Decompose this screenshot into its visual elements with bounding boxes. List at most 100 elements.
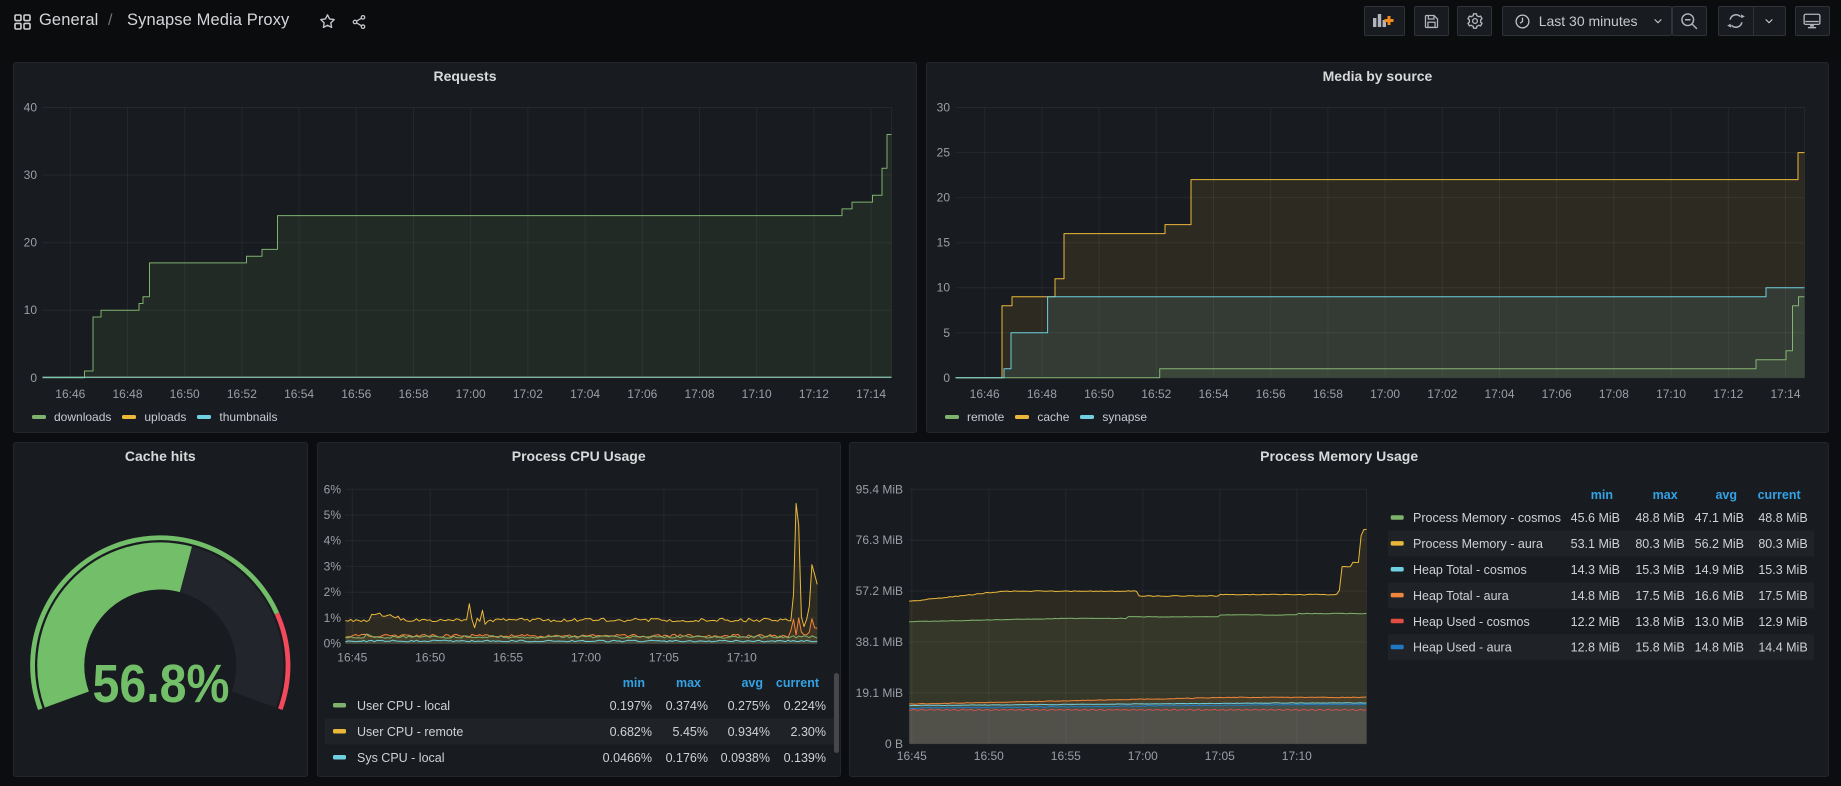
svg-text:17:10: 17:10 xyxy=(726,651,756,665)
svg-text:16:48: 16:48 xyxy=(1027,387,1057,401)
svg-text:5.45%: 5.45% xyxy=(672,725,707,739)
svg-text:5%: 5% xyxy=(323,508,341,522)
svg-text:14.8 MiB: 14.8 MiB xyxy=(1571,589,1620,603)
svg-text:17:08: 17:08 xyxy=(684,387,714,401)
svg-text:80.3 MiB: 80.3 MiB xyxy=(1636,537,1685,551)
svg-text:16:56: 16:56 xyxy=(1256,387,1286,401)
svg-text:0.0938%: 0.0938% xyxy=(720,751,769,765)
svg-text:17:02: 17:02 xyxy=(1427,387,1457,401)
svg-text:57.2 MiB: 57.2 MiB xyxy=(856,584,903,598)
svg-text:16:54: 16:54 xyxy=(284,387,314,401)
svg-text:0.682%: 0.682% xyxy=(609,725,651,739)
svg-text:16:46: 16:46 xyxy=(55,387,85,401)
svg-text:16:50: 16:50 xyxy=(170,387,200,401)
svg-text:15: 15 xyxy=(937,236,951,250)
svg-text:Process Memory - aura: Process Memory - aura xyxy=(1413,537,1543,551)
svg-text:min: min xyxy=(622,676,644,690)
svg-text:Process Memory - cosmos: Process Memory - cosmos xyxy=(1413,511,1561,525)
svg-text:0.275%: 0.275% xyxy=(727,699,769,713)
svg-text:17:05: 17:05 xyxy=(649,651,679,665)
svg-text:0%: 0% xyxy=(323,637,341,651)
svg-text:17:05: 17:05 xyxy=(1205,749,1235,763)
svg-text:13.0 MiB: 13.0 MiB xyxy=(1695,615,1744,629)
svg-text:17:12: 17:12 xyxy=(1713,387,1743,401)
svg-text:Heap Used - aura: Heap Used - aura xyxy=(1413,641,1512,655)
svg-text:16:58: 16:58 xyxy=(398,387,428,401)
svg-text:avg: avg xyxy=(1716,488,1738,502)
svg-text:12.8 MiB: 12.8 MiB xyxy=(1571,641,1620,655)
svg-text:16:50: 16:50 xyxy=(1084,387,1114,401)
svg-text:16:46: 16:46 xyxy=(970,387,1000,401)
svg-text:16:52: 16:52 xyxy=(227,387,257,401)
svg-text:14.4 MiB: 14.4 MiB xyxy=(1759,641,1808,655)
svg-text:max: max xyxy=(676,676,701,690)
svg-text:45.6 MiB: 45.6 MiB xyxy=(1571,511,1620,525)
svg-text:3%: 3% xyxy=(323,559,341,573)
svg-text:53.1 MiB: 53.1 MiB xyxy=(1571,537,1620,551)
svg-text:12.2 MiB: 12.2 MiB xyxy=(1571,615,1620,629)
svg-text:17:00: 17:00 xyxy=(1128,749,1158,763)
svg-text:User CPU - local: User CPU - local xyxy=(357,699,450,713)
svg-text:2.30%: 2.30% xyxy=(790,725,825,739)
svg-text:Sys CPU - local: Sys CPU - local xyxy=(357,751,445,765)
svg-text:16:58: 16:58 xyxy=(1313,387,1343,401)
svg-text:0.139%: 0.139% xyxy=(783,751,825,765)
svg-text:current: current xyxy=(1758,488,1802,502)
svg-text:17:12: 17:12 xyxy=(799,387,829,401)
svg-text:16:45: 16:45 xyxy=(897,749,927,763)
svg-text:17:06: 17:06 xyxy=(1542,387,1572,401)
svg-text:40: 40 xyxy=(24,101,38,115)
svg-text:1%: 1% xyxy=(323,611,341,625)
svg-text:current: current xyxy=(776,676,820,690)
svg-text:25: 25 xyxy=(937,146,951,160)
svg-text:avg: avg xyxy=(741,676,763,690)
svg-text:17:10: 17:10 xyxy=(742,387,772,401)
svg-text:17:04: 17:04 xyxy=(570,387,600,401)
svg-text:16:52: 16:52 xyxy=(1141,387,1171,401)
svg-text:12.9 MiB: 12.9 MiB xyxy=(1759,615,1808,629)
svg-text:10: 10 xyxy=(937,281,951,295)
svg-text:min: min xyxy=(1591,488,1613,502)
svg-text:2%: 2% xyxy=(323,585,341,599)
svg-text:16:50: 16:50 xyxy=(974,749,1004,763)
svg-text:17:06: 17:06 xyxy=(627,387,657,401)
svg-text:0.0466%: 0.0466% xyxy=(602,751,651,765)
svg-text:17:14: 17:14 xyxy=(1770,387,1800,401)
svg-text:16:50: 16:50 xyxy=(415,651,445,665)
svg-text:15.8 MiB: 15.8 MiB xyxy=(1636,641,1685,655)
svg-text:17:10: 17:10 xyxy=(1282,749,1312,763)
svg-text:76.3 MiB: 76.3 MiB xyxy=(856,533,903,547)
svg-text:30: 30 xyxy=(937,101,951,115)
svg-text:17:00: 17:00 xyxy=(456,387,486,401)
svg-text:17:00: 17:00 xyxy=(571,651,601,665)
svg-text:17.5 MiB: 17.5 MiB xyxy=(1636,589,1685,603)
svg-text:6%: 6% xyxy=(323,482,341,496)
svg-text:14.3 MiB: 14.3 MiB xyxy=(1571,563,1620,577)
svg-text:95.4 MiB: 95.4 MiB xyxy=(856,482,903,496)
svg-text:38.1 MiB: 38.1 MiB xyxy=(856,635,903,649)
svg-text:47.1 MiB: 47.1 MiB xyxy=(1695,511,1744,525)
svg-text:5: 5 xyxy=(943,326,950,340)
svg-text:17:02: 17:02 xyxy=(513,387,543,401)
svg-text:16.6 MiB: 16.6 MiB xyxy=(1695,589,1744,603)
svg-text:13.8 MiB: 13.8 MiB xyxy=(1636,615,1685,629)
svg-text:0.374%: 0.374% xyxy=(665,699,707,713)
svg-text:16:54: 16:54 xyxy=(1198,387,1228,401)
svg-text:0: 0 xyxy=(943,371,950,385)
svg-text:17:04: 17:04 xyxy=(1484,387,1514,401)
svg-text:17:10: 17:10 xyxy=(1656,387,1686,401)
svg-text:16:45: 16:45 xyxy=(337,651,367,665)
svg-text:14.9 MiB: 14.9 MiB xyxy=(1695,563,1744,577)
svg-text:16:55: 16:55 xyxy=(1051,749,1081,763)
svg-text:16:56: 16:56 xyxy=(341,387,371,401)
svg-text:10: 10 xyxy=(24,303,38,317)
svg-text:4%: 4% xyxy=(323,534,341,548)
svg-text:48.8 MiB: 48.8 MiB xyxy=(1759,511,1808,525)
svg-text:56.2 MiB: 56.2 MiB xyxy=(1695,537,1744,551)
svg-text:16:55: 16:55 xyxy=(493,651,523,665)
svg-text:20: 20 xyxy=(937,191,951,205)
svg-text:56.8%: 56.8% xyxy=(93,654,230,714)
svg-text:15.3 MiB: 15.3 MiB xyxy=(1636,563,1685,577)
svg-text:17:08: 17:08 xyxy=(1599,387,1629,401)
svg-text:0.176%: 0.176% xyxy=(665,751,707,765)
